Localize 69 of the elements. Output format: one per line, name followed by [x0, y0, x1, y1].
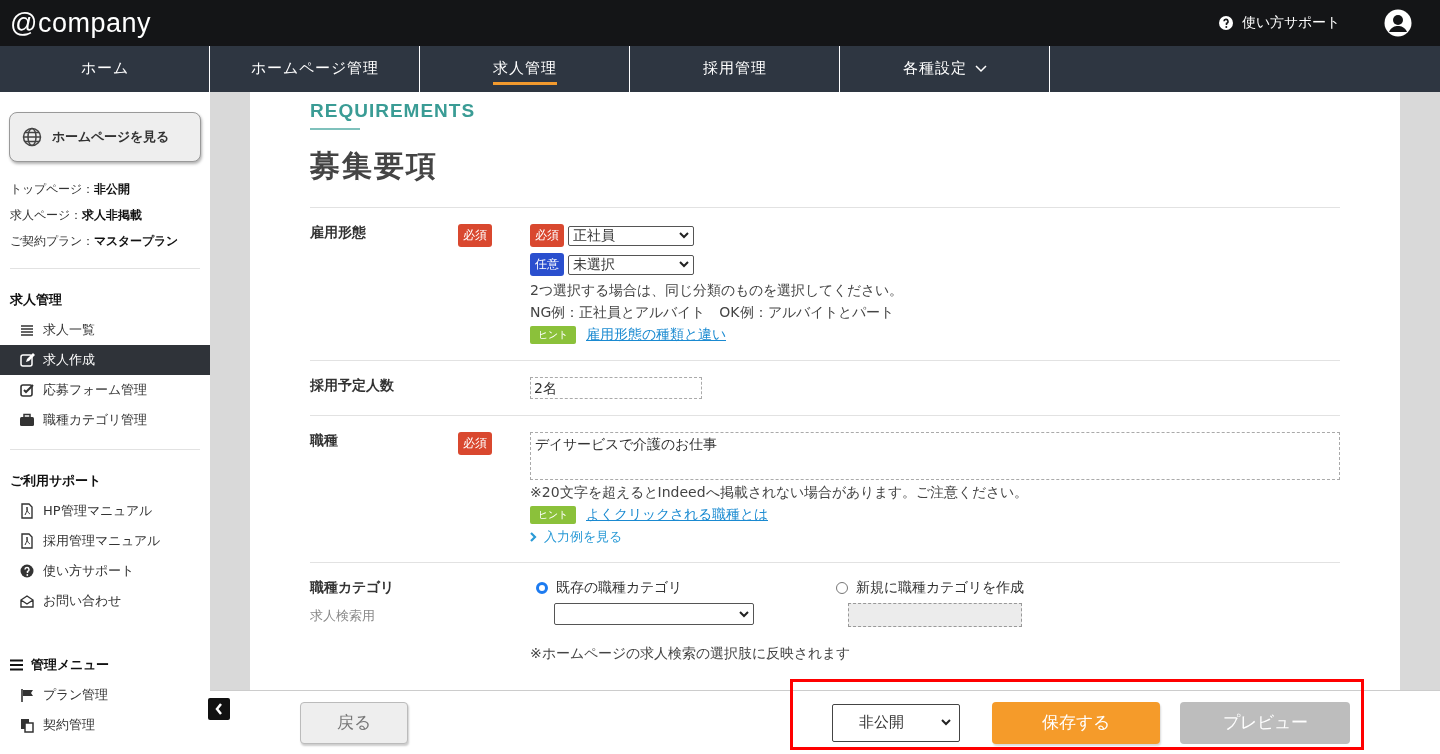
collapse-sidebar-button[interactable] — [208, 698, 230, 720]
list-icon — [19, 322, 35, 338]
section-heading: 管理メニュー — [31, 656, 109, 674]
note-text: 2つ選択する場合は、同じ分類のものを選択してください。 — [530, 282, 904, 300]
status-text: トップページ：非公開 — [10, 181, 131, 198]
flag-icon — [19, 687, 35, 703]
caret-icon — [679, 261, 689, 268]
textarea-field[interactable]: デイサービスで介護のお仕事 — [530, 432, 1340, 480]
required-badge: 必須 — [458, 432, 492, 455]
envelope-icon — [19, 593, 35, 609]
section-eyebrow: REQUIREMENTS — [310, 100, 476, 122]
sidebar-item[interactable]: 採用管理マニュアル — [0, 526, 210, 556]
note-text: ※20文字を超えるとIndeedへ掲載されない場合があります。ご注意ください。 — [530, 484, 1029, 502]
chevron-right-icon — [530, 532, 538, 542]
help-icon — [1218, 15, 1234, 31]
sidebar-item[interactable]: 応募フォーム管理 — [0, 375, 210, 405]
menu-icon — [10, 659, 23, 671]
hint-link[interactable]: 雇用形態の種類と違い — [586, 326, 726, 344]
field-label: 職種 — [310, 432, 339, 450]
page-title: 募集要項 — [310, 147, 438, 185]
back-button[interactable]: 戻る — [300, 701, 408, 744]
input-field[interactable]: 2名 — [530, 377, 702, 399]
sidebar-item[interactable]: 職種カテゴリ管理 — [0, 405, 210, 435]
select-field[interactable]: 未選択 — [568, 254, 694, 275]
status-text: 求人ページ：求人非掲載 — [10, 207, 143, 224]
sidebar-item[interactable]: 求人作成 — [0, 345, 210, 375]
caret-icon — [739, 610, 749, 618]
caret-icon — [941, 719, 951, 726]
sidebar-item[interactable]: HP管理マニュアル — [0, 496, 210, 526]
hint-tag: ヒント — [530, 326, 576, 344]
sidebar-item[interactable]: お問い合わせ — [0, 586, 210, 616]
hint-link[interactable]: よくクリックされる職種とは — [586, 506, 768, 524]
field-sublabel: 求人検索用 — [310, 607, 376, 625]
sidebar-item[interactable]: 契約管理 — [0, 710, 210, 740]
chevron-left-icon — [215, 703, 223, 715]
sidebar-item[interactable]: 使い方サポート — [0, 556, 210, 586]
field-label: 職種カテゴリ — [310, 579, 395, 597]
avatar-icon[interactable] — [1384, 9, 1412, 37]
section-heading: 求人管理 — [10, 291, 62, 309]
radio-option[interactable]: 新規に職種カテゴリを作成 — [830, 579, 1130, 597]
pdf-icon — [19, 533, 35, 549]
required-badge: 必須 — [458, 224, 492, 247]
select-field[interactable]: 正社員 — [568, 225, 694, 246]
field-label: 雇用形態 — [310, 224, 367, 242]
sidebar-item[interactable]: プラン管理 — [0, 680, 210, 710]
status-text: ご契約プラン：マスタープラン — [10, 233, 179, 250]
checkbox-icon — [19, 382, 35, 398]
input-field[interactable] — [848, 603, 1022, 627]
section-heading: ご利用サポート — [10, 472, 101, 490]
globe-icon — [22, 127, 42, 147]
briefcase-icon — [19, 412, 35, 428]
help-link[interactable]: 使い方サポート — [1218, 14, 1340, 32]
optional-badge: 任意 — [530, 253, 564, 276]
required-badge: 必須 — [530, 224, 564, 247]
pdf-icon — [19, 503, 35, 519]
visibility-select[interactable]: 非公開 — [832, 703, 960, 742]
edit-icon — [19, 352, 35, 368]
caret-icon — [679, 232, 689, 239]
documents-icon — [19, 717, 35, 733]
radio-option[interactable]: 既存の職種カテゴリ — [530, 579, 830, 597]
field-label: 採用予定人数 — [310, 377, 395, 395]
hint-tag: ヒント — [530, 506, 576, 524]
sidebar-item[interactable]: 求人一覧 — [0, 315, 210, 345]
select-field[interactable] — [554, 603, 754, 625]
help-icon — [19, 563, 35, 579]
note-text: NG例：正社員とアルバイト OK例：アルバイトとパート — [530, 304, 895, 322]
view-site-button[interactable]: ホームページを見る — [9, 112, 201, 162]
note-text: ※ホームページの求人検索の選択肢に反映されます — [530, 645, 851, 663]
logo[interactable]: @company — [10, 7, 151, 39]
